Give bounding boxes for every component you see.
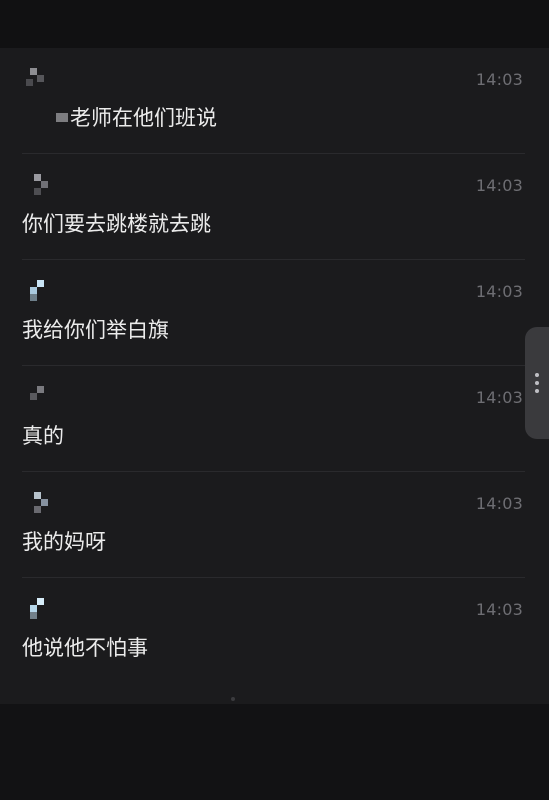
pixelated-avatar-icon[interactable] <box>26 68 50 94</box>
message-timestamp: 14:03 <box>475 176 523 195</box>
message-content: 老师在他们班说 <box>70 106 217 130</box>
message-text: 你们要去跳楼就去跳 <box>22 212 211 236</box>
message-row[interactable]: 他说他不怕事 14:03 <box>0 578 549 684</box>
chat-screen: 老师在他们班说 14:03 你们要去跳楼就去跳 14:03 我给你们举白旗 14… <box>0 0 549 800</box>
bottom-area <box>0 704 549 800</box>
message-row[interactable]: 真的 14:03 <box>0 366 549 472</box>
message-row[interactable]: 你们要去跳楼就去跳 14:03 <box>0 154 549 260</box>
message-text: 他说他不怕事 <box>22 636 148 660</box>
pixelated-avatar-icon[interactable] <box>26 598 50 624</box>
message-text: 真的 <box>22 424 64 448</box>
message-row[interactable]: 老师在他们班说 14:03 <box>0 48 549 154</box>
message-row[interactable]: 我给你们举白旗 14:03 <box>0 260 549 366</box>
message-text: 我给你们举白旗 <box>22 318 169 342</box>
message-text: 我的妈呀 <box>22 530 106 554</box>
pixelated-avatar-icon[interactable] <box>26 386 50 412</box>
message-timestamp: 14:03 <box>475 494 523 513</box>
message-text: 老师在他们班说 <box>56 102 217 132</box>
scroll-dot <box>231 697 235 701</box>
message-timestamp: 14:03 <box>475 600 523 619</box>
message-timestamp: 14:03 <box>475 388 523 407</box>
message-timestamp: 14:03 <box>475 70 523 89</box>
message-row[interactable]: 我的妈呀 14:03 <box>0 472 549 578</box>
message-list: 老师在他们班说 14:03 你们要去跳楼就去跳 14:03 我给你们举白旗 14… <box>0 48 549 704</box>
more-vertical-icon[interactable] <box>525 327 549 439</box>
message-timestamp: 14:03 <box>475 282 523 301</box>
pixelated-avatar-icon[interactable] <box>26 492 50 518</box>
pixelated-avatar-icon[interactable] <box>26 280 50 306</box>
pixelated-avatar-icon[interactable] <box>26 174 50 200</box>
redacted-name <box>56 112 68 122</box>
